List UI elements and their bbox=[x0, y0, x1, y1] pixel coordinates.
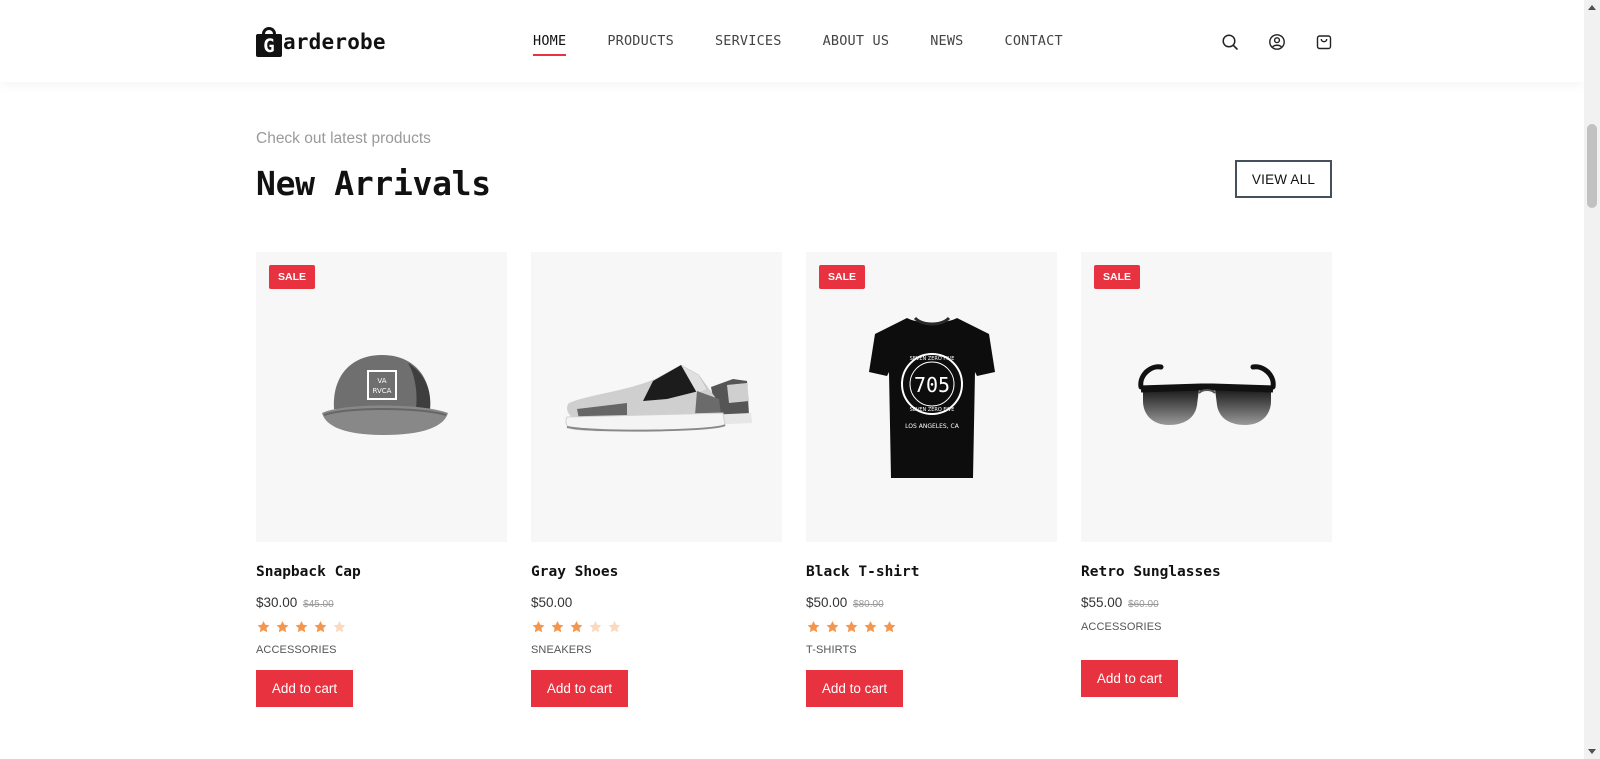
product-price: $50.00 $80.00 bbox=[806, 595, 1057, 612]
section-title: New Arrivals bbox=[256, 164, 491, 203]
product-image[interactable] bbox=[531, 252, 782, 542]
shopping-bag-logo-icon: G bbox=[256, 27, 282, 57]
product-price: $30.00 $45.00 bbox=[256, 595, 507, 612]
product-name[interactable]: Gray Shoes bbox=[531, 564, 782, 582]
product-category[interactable]: T-SHIRTS bbox=[806, 644, 1057, 658]
site-header: G arderobe HOME PRODUCTS SERVICES ABOUT … bbox=[0, 0, 1584, 82]
sunglasses-image bbox=[1137, 364, 1276, 425]
brand-name: arderobe bbox=[283, 30, 386, 54]
star-rating bbox=[531, 620, 782, 636]
product-card: Gray Shoes $50.00 SNEAKERS Add to cart bbox=[531, 252, 782, 707]
star-filled-icon bbox=[826, 621, 839, 633]
nav-contact[interactable]: CONTACT bbox=[1005, 33, 1063, 49]
product-image[interactable]: SALE bbox=[1081, 252, 1332, 542]
scrollbar-thumb[interactable] bbox=[1587, 124, 1597, 208]
nav-services[interactable]: SERVICES bbox=[715, 33, 782, 49]
shoes-image bbox=[564, 365, 752, 432]
tshirt-image: 705 SEVEN ZERO FIVE SEVEN ZERO FIVE LOS … bbox=[868, 316, 995, 478]
add-to-cart-button[interactable]: Add to cart bbox=[531, 670, 628, 707]
logo-letter: G bbox=[256, 34, 282, 57]
star-filled-icon bbox=[551, 621, 564, 633]
star-rating bbox=[806, 620, 1057, 636]
product-image[interactable]: SALE 705 SEVEN ZERO FIVE SEVEN ZERO FIVE… bbox=[806, 252, 1057, 542]
star-filled-icon bbox=[276, 621, 289, 633]
star-filled-icon bbox=[295, 621, 308, 633]
product-category[interactable]: ACCESSORIES bbox=[256, 644, 507, 658]
product-category[interactable]: SNEAKERS bbox=[531, 644, 782, 658]
star-filled-icon bbox=[807, 621, 820, 633]
current-price: $50.00 bbox=[531, 595, 573, 610]
product-price: $55.00 $60.00 bbox=[1081, 595, 1332, 612]
star-empty-icon bbox=[589, 621, 602, 633]
tshirt-print-number: 705 bbox=[913, 373, 949, 397]
scroll-down-arrow-icon[interactable] bbox=[1588, 749, 1596, 754]
product-name[interactable]: Snapback Cap bbox=[256, 564, 507, 582]
add-to-cart-button[interactable]: Add to cart bbox=[1081, 660, 1178, 697]
star-filled-icon bbox=[532, 621, 545, 633]
view-all-button[interactable]: VIEW ALL bbox=[1235, 160, 1332, 198]
tshirt-print-top: SEVEN ZERO FIVE bbox=[909, 356, 954, 362]
page-scrollbar[interactable] bbox=[1584, 0, 1600, 759]
product-category[interactable]: ACCESSORIES bbox=[1081, 621, 1332, 635]
user-icon[interactable] bbox=[1268, 33, 1286, 51]
current-price: $55.00 bbox=[1081, 595, 1123, 610]
nav-news[interactable]: NEWS bbox=[930, 33, 963, 49]
cap-print-line1: VA bbox=[377, 377, 386, 385]
nav-products[interactable]: PRODUCTS bbox=[607, 33, 674, 49]
cart-icon[interactable] bbox=[1315, 33, 1333, 51]
nav-home[interactable]: HOME bbox=[533, 33, 567, 56]
main-nav: HOME PRODUCTS SERVICES ABOUT US NEWS CON… bbox=[533, 33, 1104, 56]
product-card: SALE 705 SEVEN ZERO FIVE SEVEN ZERO FIVE… bbox=[806, 252, 1057, 707]
sale-badge: SALE bbox=[819, 265, 865, 289]
logo[interactable]: G arderobe bbox=[256, 26, 386, 58]
scroll-up-arrow-icon[interactable] bbox=[1588, 5, 1596, 10]
star-filled-icon bbox=[314, 621, 327, 633]
star-filled-icon bbox=[864, 621, 877, 633]
header-actions bbox=[1221, 33, 1362, 51]
old-price: $45.00 bbox=[303, 599, 334, 610]
tshirt-print-bottom: LOS ANGELES, CA bbox=[905, 423, 960, 430]
add-to-cart-button[interactable]: Add to cart bbox=[806, 670, 903, 707]
current-price: $50.00 bbox=[806, 595, 848, 610]
star-filled-icon bbox=[570, 621, 583, 633]
tshirt-print-sub: SEVEN ZERO FIVE bbox=[909, 407, 954, 413]
cap-image: VA RVCA bbox=[321, 355, 448, 435]
star-filled-icon bbox=[257, 621, 270, 633]
product-name[interactable]: Retro Sunglasses bbox=[1081, 564, 1332, 582]
sale-badge: SALE bbox=[269, 265, 315, 289]
old-price: $60.00 bbox=[1128, 599, 1159, 610]
product-image[interactable]: SALE VA RVCA bbox=[256, 252, 507, 542]
product-grid: SALE VA RVCA Snapback Cap $30.00 $45.00 … bbox=[256, 252, 1332, 707]
star-filled-icon bbox=[883, 621, 896, 633]
star-filled-icon bbox=[845, 621, 858, 633]
add-to-cart-button[interactable]: Add to cart bbox=[256, 670, 353, 707]
product-card: SALE Retro Sunglasses $55.00 $60.00 ACCE… bbox=[1081, 252, 1332, 707]
star-empty-icon bbox=[608, 621, 621, 633]
section-eyebrow: Check out latest products bbox=[256, 130, 431, 147]
old-price: $80.00 bbox=[853, 599, 884, 610]
product-name[interactable]: Black T-shirt bbox=[806, 564, 1057, 582]
cap-print-line2: RVCA bbox=[372, 387, 391, 395]
sale-badge: SALE bbox=[1094, 265, 1140, 289]
star-rating bbox=[256, 620, 507, 636]
product-price: $50.00 bbox=[531, 595, 782, 612]
product-card: SALE VA RVCA Snapback Cap $30.00 $45.00 … bbox=[256, 252, 507, 707]
star-empty-icon bbox=[333, 621, 346, 633]
search-icon[interactable] bbox=[1221, 33, 1239, 51]
nav-about-us[interactable]: ABOUT US bbox=[823, 33, 890, 49]
current-price: $30.00 bbox=[256, 595, 298, 610]
